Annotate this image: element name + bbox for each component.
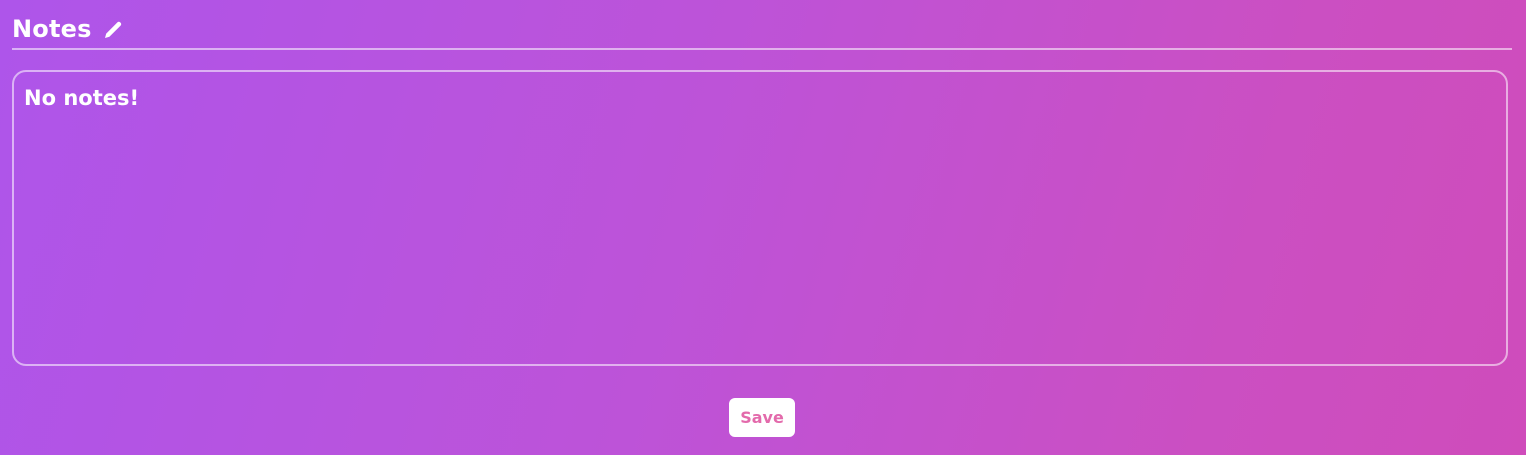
notes-text: No notes!	[24, 86, 140, 110]
save-button[interactable]: Save	[729, 398, 795, 437]
resize-handle-icon[interactable]	[1494, 352, 1504, 364]
pencil-icon[interactable]	[102, 19, 124, 41]
notes-textarea[interactable]: No notes!	[12, 70, 1508, 366]
page-title: Notes	[12, 15, 92, 43]
notes-header: Notes	[12, 14, 1512, 50]
